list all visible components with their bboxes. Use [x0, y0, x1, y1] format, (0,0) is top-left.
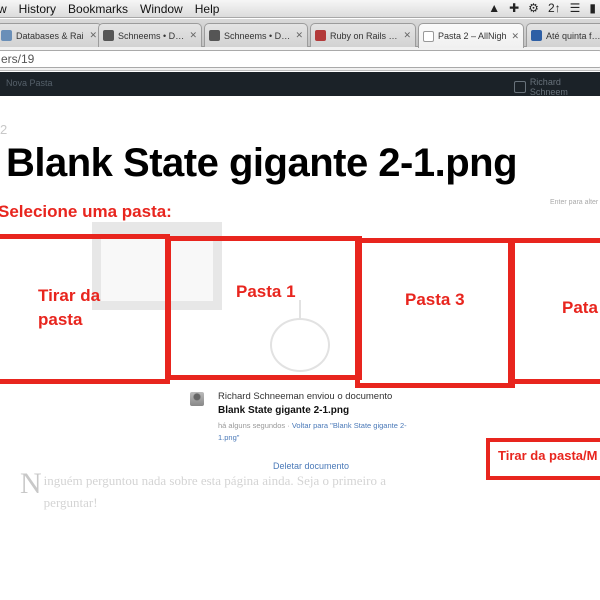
folder-drop-target-pasta-1[interactable]	[166, 236, 362, 380]
header-user-menu[interactable]: Richard Schneem	[514, 77, 600, 97]
page-number: 2	[0, 122, 8, 137]
tab-schneems-1[interactable]: Schneems • Data ✕	[98, 23, 202, 47]
activity-actor-line: Richard Schneeman enviou o documento	[218, 391, 393, 402]
empty-comments-body: inguém perguntou nada sobre esta página …	[43, 473, 387, 510]
tab-title: Até quinta feir	[546, 30, 600, 41]
empty-comments-text: Ninguém perguntou nada sobre esta página…	[20, 467, 400, 514]
activity-meta: há alguns segundos · Voltar para "Blank …	[218, 420, 418, 444]
tab-favicon-icon	[103, 30, 114, 41]
tab-ate-quinta[interactable]: Até quinta feir	[526, 23, 600, 47]
dropcap-letter: N	[20, 467, 42, 500]
document-icon	[423, 30, 434, 42]
address-bar: ers/19	[0, 47, 600, 71]
close-icon[interactable]: ✕	[89, 30, 97, 41]
tab-favicon-icon	[1, 30, 12, 41]
rename-hint: Enter para alter	[550, 199, 599, 206]
menu-history[interactable]: History	[13, 2, 62, 16]
tab-title: Schneems • Data	[118, 30, 186, 41]
folder-label-remove: Tirar da pasta	[38, 286, 101, 329]
browser-tab-strip: Databases & Rai ✕ Schneems • Data ✕ Schn…	[0, 19, 600, 48]
wifi-icon[interactable]: ☰	[570, 1, 581, 15]
status-icons: ▲ ✚ ⚙ 2↑ ☰ ▮	[488, 1, 596, 15]
tab-pasta-2-active[interactable]: Pasta 2 – AllNigh ✕	[418, 23, 524, 48]
tab-ruby-on-rails[interactable]: Ruby on Rails – A ✕	[310, 23, 416, 47]
bell-icon[interactable]: ▲	[488, 1, 500, 15]
folder-label-pasta-3: Pasta 3	[405, 290, 465, 309]
tab-title: Schneems • Data	[224, 30, 292, 41]
sync-badge[interactable]: 2↑	[548, 1, 561, 15]
tab-favicon-icon	[209, 30, 220, 41]
tab-favicon-icon	[315, 30, 326, 41]
activity-document-name[interactable]: Blank State gigante 2-1.png	[218, 405, 349, 416]
remove-from-folder-label: Tirar da pasta/M	[498, 448, 598, 463]
avatar	[190, 392, 204, 406]
basecamp-icon	[514, 81, 526, 93]
tab-title: Pasta 2 – AllNigh	[438, 31, 507, 41]
tab-databases[interactable]: Databases & Rai ✕	[0, 23, 102, 47]
close-icon[interactable]: ✕	[189, 30, 197, 41]
url-input[interactable]: ers/19	[0, 50, 600, 68]
menu-window-partial[interactable]: w	[0, 2, 13, 16]
mac-menu-bar: w History Bookmarks Window Help ▲ ✚ ⚙ 2↑…	[0, 0, 600, 18]
tab-schneems-2[interactable]: Schneems • Data ✕	[204, 23, 308, 47]
page-title: Blank State gigante 2-1.png	[6, 141, 518, 185]
header-user-name: Richard Schneem	[529, 77, 568, 97]
close-icon[interactable]: ✕	[511, 31, 519, 42]
select-folder-label: Selecione uma pasta:	[0, 202, 172, 221]
menu-help[interactable]: Help	[189, 2, 226, 16]
close-icon[interactable]: ✕	[403, 30, 411, 41]
tab-favicon-icon	[531, 30, 542, 41]
battery-icon[interactable]: ▮	[589, 1, 596, 15]
menu-bookmarks[interactable]: Bookmarks	[62, 2, 134, 16]
activity-separator: ·	[287, 421, 290, 430]
gear-icon[interactable]: ⚙	[528, 1, 539, 15]
folder-drop-target-pasta-3[interactable]	[355, 238, 515, 388]
cross-icon[interactable]: ✚	[509, 1, 519, 15]
app-header: Nova Pasta Richard Schneem	[0, 72, 600, 97]
activity-time: há alguns segundos	[218, 421, 286, 430]
folder-label-pasta-1: Pasta 1	[236, 282, 296, 301]
folder-label-pata: Pata	[562, 298, 598, 317]
header-project-label[interactable]: Nova Pasta	[6, 78, 53, 88]
menu-window[interactable]: Window	[134, 2, 189, 16]
close-icon[interactable]: ✕	[295, 30, 303, 41]
tab-title: Databases & Rai	[16, 30, 84, 41]
tab-title: Ruby on Rails – A	[330, 30, 400, 41]
